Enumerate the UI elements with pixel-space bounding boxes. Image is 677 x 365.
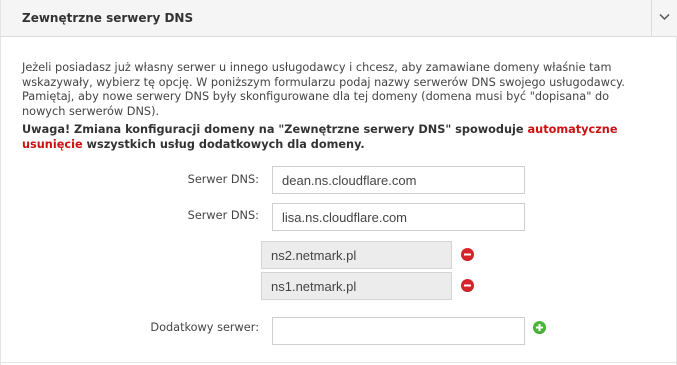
collapse-toggle-button[interactable] (651, 0, 677, 36)
dns-server-1-input[interactable]: dean.ns.cloudflare.com (272, 166, 525, 194)
panel-bottom-divider (1, 362, 676, 363)
remove-server-2-button[interactable] (461, 279, 474, 292)
minus-circle-icon (464, 284, 471, 287)
minus-circle-icon (464, 253, 471, 256)
add-server-button[interactable] (533, 321, 546, 334)
description-text: Jeżeli posiadasz już własny serwer u inn… (22, 61, 625, 118)
warning-text: Uwaga! Zmiana konfiguracji domeny na "Ze… (22, 123, 632, 152)
additional-server-label: Dodatkowy serwer: (150, 321, 259, 334)
panel-title: Zewnętrzne serwery DNS (22, 11, 194, 25)
chevron-down-icon (659, 13, 670, 21)
warning-prefix: Uwaga! Zmiana konfiguracji domeny na "Ze… (22, 123, 528, 136)
dns-server-2-label: Serwer DNS: (187, 209, 259, 222)
dns-server-1-label: Serwer DNS: (187, 173, 259, 186)
panel-header: Zewnętrzne serwery DNS (1, 0, 677, 37)
additional-server-input[interactable] (272, 317, 525, 345)
existing-server-2: ns1.netmark.pl (261, 272, 452, 300)
dns-panel: Zewnętrzne serwery DNS Jeżeli posiadasz … (0, 0, 677, 365)
dns-server-2-input[interactable]: lisa.ns.cloudflare.com (272, 203, 525, 231)
remove-server-1-button[interactable] (461, 248, 474, 261)
warning-suffix: wszystkich usług dodatkowych dla domeny. (82, 137, 365, 151)
existing-server-1: ns2.netmark.pl (261, 241, 452, 269)
plus-circle-icon (536, 324, 543, 331)
